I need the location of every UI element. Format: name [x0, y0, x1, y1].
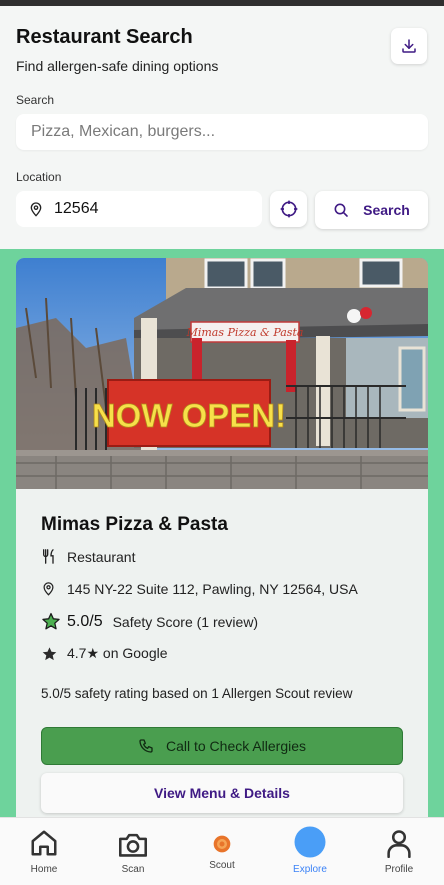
call-to-check-allergies-button[interactable]: Call to Check Allergies — [41, 727, 403, 765]
page-title: Restaurant Search — [16, 26, 193, 48]
nav-label-profile: Profile — [384, 864, 414, 875]
search-button[interactable]: Search — [315, 191, 428, 229]
nav-item-scout[interactable]: Scout — [178, 818, 266, 885]
utensils-icon — [43, 549, 54, 564]
nav-label-home: Home — [30, 864, 58, 875]
location-input[interactable]: 12564 — [16, 191, 262, 227]
page-subtitle: Find allergen-safe dining options — [16, 58, 219, 74]
phone-icon — [139, 739, 153, 753]
location-value: 12564 — [54, 200, 99, 217]
home-icon — [31, 830, 57, 856]
camera-icon — [119, 833, 148, 857]
call-button-label: Call to Check Allergies — [165, 738, 307, 754]
view-menu-details-button[interactable]: View Menu & Details — [41, 773, 403, 813]
explore-icon — [294, 826, 326, 858]
nav-item-home[interactable]: Home — [0, 818, 88, 885]
location-pin-icon — [30, 202, 42, 217]
location-label: Location — [16, 170, 62, 184]
nav-item-explore[interactable]: Explore — [266, 818, 354, 885]
safety-summary: 5.0/5 safety rating based on 1 Allergen … — [41, 686, 353, 701]
category-row: Restaurant — [41, 548, 135, 565]
nav-item-profile[interactable]: Profile — [355, 818, 443, 885]
profile-icon — [387, 830, 411, 858]
current-location-button[interactable] — [270, 191, 307, 227]
download-icon — [402, 39, 416, 53]
star-icon — [42, 612, 60, 630]
address-row: 145 NY-22 Suite 112, Pawling, NY 12564, … — [41, 580, 358, 597]
search-input[interactable] — [16, 114, 428, 150]
restaurant-name: Mimas Pizza & Pasta — [41, 514, 228, 535]
restaurant-card[interactable]: Mimas Pizza & Pasta NOW OPEN! Mimas Pizz… — [16, 258, 428, 838]
search-label: Search — [16, 93, 55, 107]
crosshair-icon — [280, 200, 297, 218]
bottom-navigation: Home Scan Scout Explore Profile — [0, 817, 444, 885]
search-icon — [334, 203, 348, 217]
photo-sign-text: Mimas Pizza & Pasta — [186, 326, 304, 339]
nav-label-scout: Scout — [209, 860, 235, 871]
nav-label-scan: Scan — [121, 864, 145, 875]
search-button-label: Search — [363, 202, 410, 218]
safety-score-label: Safety Score (1 review) — [112, 613, 259, 630]
scout-icon — [213, 835, 231, 853]
location-pin-icon — [43, 582, 54, 596]
restaurant-category: Restaurant — [67, 548, 136, 565]
google-rating-row: 4.7★ on Google — [41, 645, 168, 662]
restaurant-photo: Mimas Pizza & Pasta NOW OPEN! — [16, 258, 428, 489]
photo-banner-text: NOW OPEN! — [92, 397, 286, 434]
star-icon — [42, 646, 57, 660]
google-rating: 4.7★ on Google — [67, 645, 168, 661]
nav-item-scan[interactable]: Scan — [89, 818, 177, 885]
search-header: Restaurant Search Find allergen-safe din… — [0, 6, 444, 249]
nav-label-explore: Explore — [293, 864, 327, 875]
safety-score-value: 5.0/5 — [67, 612, 103, 630]
restaurant-address: 145 NY-22 Suite 112, Pawling, NY 12564, … — [67, 580, 358, 597]
safety-score-row: 5.0/5 Safety Score (1 review) — [41, 612, 258, 631]
download-button[interactable] — [391, 28, 427, 64]
